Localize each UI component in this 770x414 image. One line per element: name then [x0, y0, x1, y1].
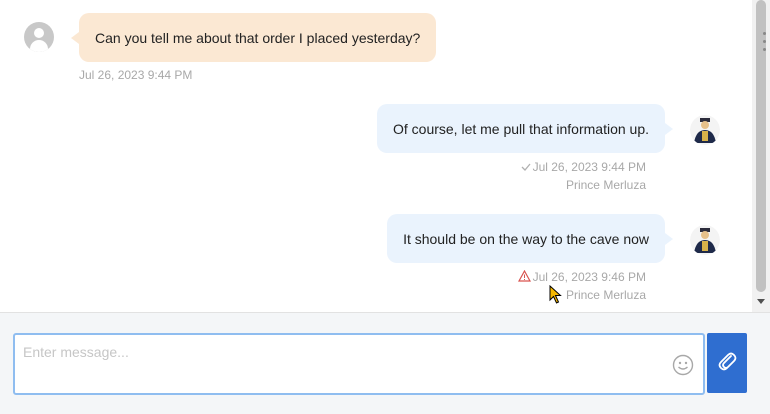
- message-bubble-incoming: Can you tell me about that order I place…: [70, 13, 437, 62]
- smiley-icon[interactable]: [672, 354, 694, 376]
- message-input[interactable]: [21, 341, 665, 363]
- mouse-cursor-icon: [549, 284, 563, 310]
- message-timestamp: Jul 26, 2023 9:44 PM: [79, 68, 193, 82]
- warning-icon[interactable]: [517, 270, 531, 285]
- user-avatar: [24, 22, 54, 52]
- message-list[interactable]: Can you tell me about that order I place…: [0, 0, 752, 312]
- message-timestamp: Jul 26, 2023 9:44 PM: [532, 160, 646, 174]
- attach-button[interactable]: [707, 333, 747, 393]
- vertical-scrollbar[interactable]: [752, 0, 770, 312]
- message-sender: Prince Merluza: [565, 288, 646, 302]
- agent-avatar: [690, 115, 720, 145]
- message-timestamp-row: Jul 26, 2023 9:44 PM: [521, 160, 646, 175]
- message-composer: [0, 312, 770, 414]
- message-text: Of course, let me pull that information …: [392, 120, 649, 137]
- chat-window: Can you tell me about that order I place…: [0, 0, 770, 414]
- scroll-down-arrow-icon[interactable]: [757, 299, 765, 304]
- message-bubble-outgoing: Of course, let me pull that information …: [376, 104, 674, 153]
- agent-avatar: [690, 225, 720, 255]
- sent-check-icon: [521, 161, 531, 175]
- message-sender: Prince Merluza: [565, 178, 646, 192]
- message-input-container[interactable]: [13, 333, 705, 395]
- message-text: It should be on the way to the cave now: [403, 230, 649, 247]
- message-timestamp-row: Jul 26, 2023 9:46 PM: [517, 270, 646, 285]
- message-timestamp: Jul 26, 2023 9:46 PM: [532, 270, 646, 284]
- scrollbar-thumb[interactable]: [756, 0, 766, 292]
- paperclip-icon: [717, 350, 737, 377]
- message-bubble-outgoing: It should be on the way to the cave now: [387, 214, 673, 263]
- message-text: Can you tell me about that order I place…: [95, 29, 421, 46]
